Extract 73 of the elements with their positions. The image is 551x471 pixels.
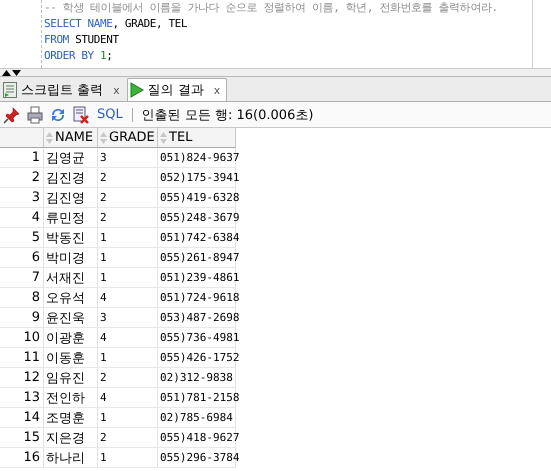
code-token: ORDER BY <box>44 49 95 62</box>
table-cell: 2 <box>98 428 158 448</box>
table-cell: 02)312-9838 <box>158 368 236 388</box>
column-header[interactable]: GRADE <box>98 128 158 148</box>
row-number: 10 <box>0 328 44 348</box>
table-cell: 이광훈 <box>44 328 98 348</box>
row-number: 13 <box>0 388 44 408</box>
row-number: 4 <box>0 208 44 228</box>
row-number: 7 <box>0 268 44 288</box>
row-number: 15 <box>0 428 44 448</box>
table-cell: 하나리 <box>44 448 98 468</box>
table-cell: 2 <box>98 368 158 388</box>
table-cell: 1 <box>98 348 158 368</box>
table-cell: 1 <box>98 448 158 468</box>
table-cell: 055)426-1752 <box>158 348 236 368</box>
fetch-status: 인출된 모든 행: 16(0.006초) <box>142 106 314 124</box>
table-cell: 임유진 <box>44 368 98 388</box>
row-number: 2 <box>0 168 44 188</box>
table-cell: 1 <box>98 408 158 428</box>
table-cell: 1 <box>98 248 158 268</box>
table-cell: 서재진 <box>44 268 98 288</box>
table-cell: 3 <box>98 308 158 328</box>
table-cell: 조명훈 <box>44 408 98 428</box>
code-token: ; <box>106 49 112 62</box>
table-cell: 지은경 <box>44 428 98 448</box>
document-icon <box>3 82 17 98</box>
table-cell: 4 <box>98 328 158 348</box>
table-cell: 박미경 <box>44 248 98 268</box>
result-tab[interactable]: 질의 결과 x <box>126 78 228 101</box>
table-cell: 2 <box>98 188 158 208</box>
column-header[interactable]: NAME <box>44 128 98 148</box>
row-number: 16 <box>0 448 44 468</box>
play-icon <box>130 82 144 98</box>
table-cell: 2 <box>98 168 158 188</box>
table-cell: 김진경 <box>44 168 98 188</box>
row-number: 8 <box>0 288 44 308</box>
delete-document-icon[interactable] <box>72 106 90 124</box>
table-cell: 2 <box>98 208 158 228</box>
table-cell: 류민정 <box>44 208 98 228</box>
printer-icon[interactable] <box>26 106 44 124</box>
code-token: FROM <box>44 33 69 46</box>
code-token: , GRADE, TEL <box>112 17 188 30</box>
code-token: SELECT NAME <box>44 17 112 30</box>
row-number: 11 <box>0 348 44 368</box>
code-token: -- 학생 테이블에서 이름을 가나다 순으로 정렬하여 이름, 학년, 전화번호를 출력하여라. <box>44 1 498 14</box>
result-tab[interactable]: 스크립트 출력 x <box>0 78 127 101</box>
table-cell: 1 <box>98 228 158 248</box>
row-number: 14 <box>0 408 44 428</box>
row-number: 9 <box>0 308 44 328</box>
table-cell: 3 <box>98 148 158 168</box>
up-triangle-icon[interactable] <box>2 70 11 76</box>
code-token: 1 <box>100 49 106 62</box>
row-number: 3 <box>0 188 44 208</box>
row-number: 1 <box>0 148 44 168</box>
table-cell: 4 <box>98 388 158 408</box>
table-cell: 윤진욱 <box>44 308 98 328</box>
code-token: STUDENT <box>74 33 119 46</box>
table-cell: 김진영 <box>44 188 98 208</box>
row-number: 5 <box>0 228 44 248</box>
table-cell: 전인하 <box>44 388 98 408</box>
pin-icon[interactable] <box>3 106 21 124</box>
sql-link[interactable]: SQL <box>97 107 123 122</box>
table-cell: 02)785-6984 <box>158 408 236 428</box>
table-cell: 김영균 <box>44 148 98 168</box>
column-header[interactable]: TEL <box>158 128 236 148</box>
row-number: 6 <box>0 248 44 268</box>
table-cell: 이동훈 <box>44 348 98 368</box>
table-cell: 4 <box>98 288 158 308</box>
table-cell: 박동진 <box>44 228 98 248</box>
down-triangle-icon[interactable] <box>12 70 21 76</box>
row-number: 12 <box>0 368 44 388</box>
table-cell: 오유석 <box>44 288 98 308</box>
table-cell: 1 <box>98 268 158 288</box>
